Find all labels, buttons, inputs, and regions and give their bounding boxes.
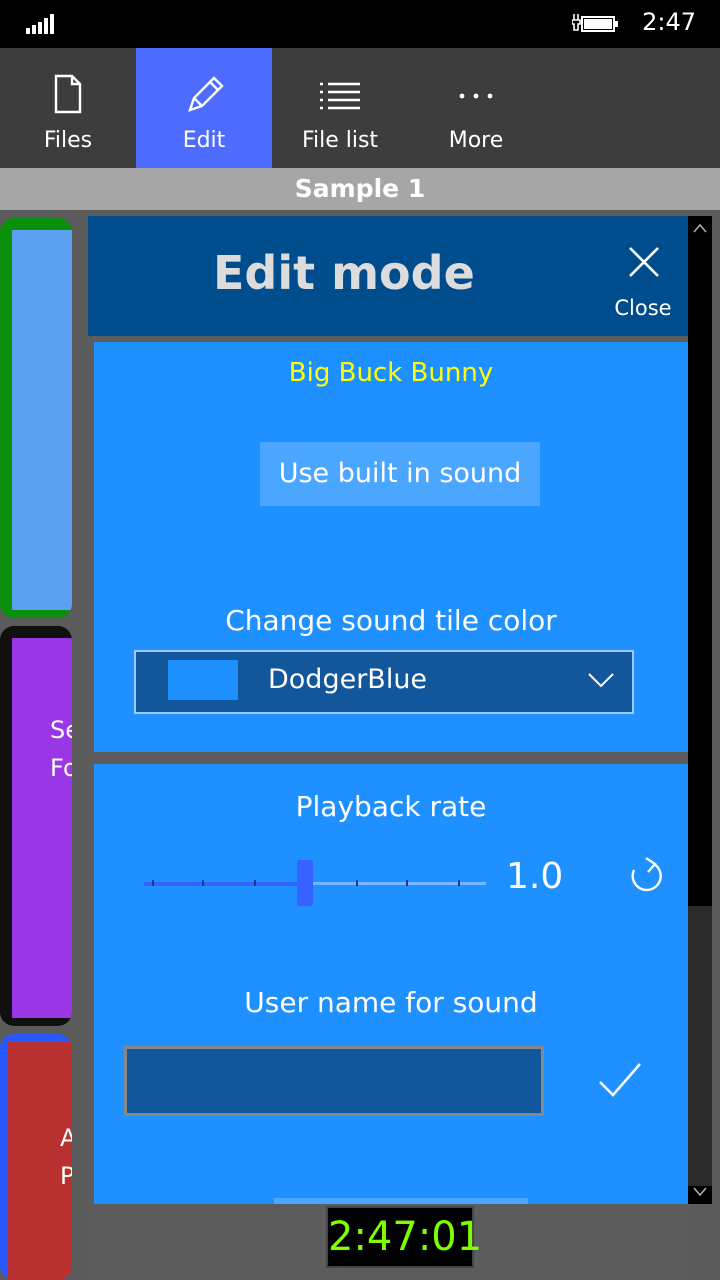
- app-bar: Files Edit File list More: [0, 48, 720, 168]
- playback-section: Playback rate 1.0 User name for sound: [94, 764, 688, 1204]
- color-swatch: [168, 660, 238, 700]
- timer-value: 2:47:01: [328, 1214, 483, 1260]
- close-icon: [629, 247, 659, 277]
- slider-tick: [254, 880, 256, 886]
- file-list-label: File list: [301, 128, 379, 153]
- playback-rate-slider[interactable]: [144, 860, 486, 908]
- slider-tick: [356, 880, 358, 886]
- panel-scrollbar[interactable]: [688, 216, 712, 1204]
- slider-track-filled: [144, 882, 305, 886]
- sound-tile-green[interactable]: [0, 218, 72, 618]
- slider-thumb[interactable]: [297, 860, 313, 906]
- files-button[interactable]: Files: [0, 48, 136, 168]
- status-bar: 2:47: [0, 0, 720, 48]
- sound-name: Big Buck Bunny: [288, 358, 494, 388]
- sound-tile-purple[interactable]: Se Fo: [0, 626, 72, 1026]
- slider-tick: [152, 880, 154, 886]
- scroll-up-icon[interactable]: [692, 222, 708, 234]
- user-name-input[interactable]: [124, 1046, 544, 1116]
- close-button[interactable]: Close: [598, 236, 688, 326]
- sound-settings-section: Big Buck Bunny Use built in sound Change…: [94, 342, 688, 752]
- tile-text-line: P: [60, 1162, 72, 1190]
- scroll-thumb[interactable]: [688, 906, 712, 1186]
- checkmark-icon[interactable]: [598, 1060, 642, 1100]
- battery-charging-icon: [572, 14, 618, 32]
- page-title: Sample 1: [294, 174, 426, 203]
- user-name-label: User name for sound: [244, 986, 538, 1019]
- color-value: DodgerBlue: [268, 664, 428, 695]
- chevron-down-icon: [588, 673, 614, 688]
- status-clock: 2:47: [642, 8, 696, 36]
- signal-icon: [26, 14, 56, 34]
- use-built-in-sound-button[interactable]: Use built in sound: [260, 442, 540, 506]
- playback-rate-value: 1.0: [506, 856, 564, 897]
- tile-text-line: A: [60, 1124, 72, 1152]
- more-icon: [459, 93, 493, 99]
- page-title-bar: Sample 1: [0, 168, 720, 210]
- pencil-icon: [188, 76, 224, 112]
- more-button[interactable]: More: [408, 48, 544, 168]
- tile-color-dropdown[interactable]: DodgerBlue: [134, 650, 634, 714]
- close-label: Close: [614, 296, 672, 320]
- next-control-edge: [274, 1198, 528, 1204]
- slider-tick: [202, 880, 204, 886]
- tile-color-label: Change sound tile color: [225, 604, 557, 637]
- slider-tick: [458, 880, 460, 886]
- playback-rate-label: Playback rate: [295, 790, 487, 823]
- sound-tile-red[interactable]: A P: [0, 1034, 72, 1280]
- list-icon: [320, 82, 360, 110]
- file-icon: [54, 74, 82, 114]
- playback-timer: 2:47:01: [326, 1206, 482, 1268]
- panel-header: Edit mode Close: [88, 216, 688, 336]
- files-label: Files: [43, 128, 93, 153]
- tile-text-line: Fo: [50, 754, 72, 782]
- reset-icon[interactable]: [624, 854, 664, 900]
- panel-title: Edit mode: [213, 246, 475, 300]
- edit-button[interactable]: Edit: [136, 48, 272, 168]
- slider-tick: [406, 880, 408, 886]
- file-list-button[interactable]: File list: [272, 48, 408, 168]
- edit-label: Edit: [182, 128, 226, 153]
- edit-mode-panel: Edit mode Close Big Buck Bunny Use built…: [88, 216, 688, 1280]
- tile-text-line: Se: [50, 716, 72, 744]
- scroll-down-icon[interactable]: [692, 1186, 708, 1198]
- more-label: More: [448, 128, 504, 153]
